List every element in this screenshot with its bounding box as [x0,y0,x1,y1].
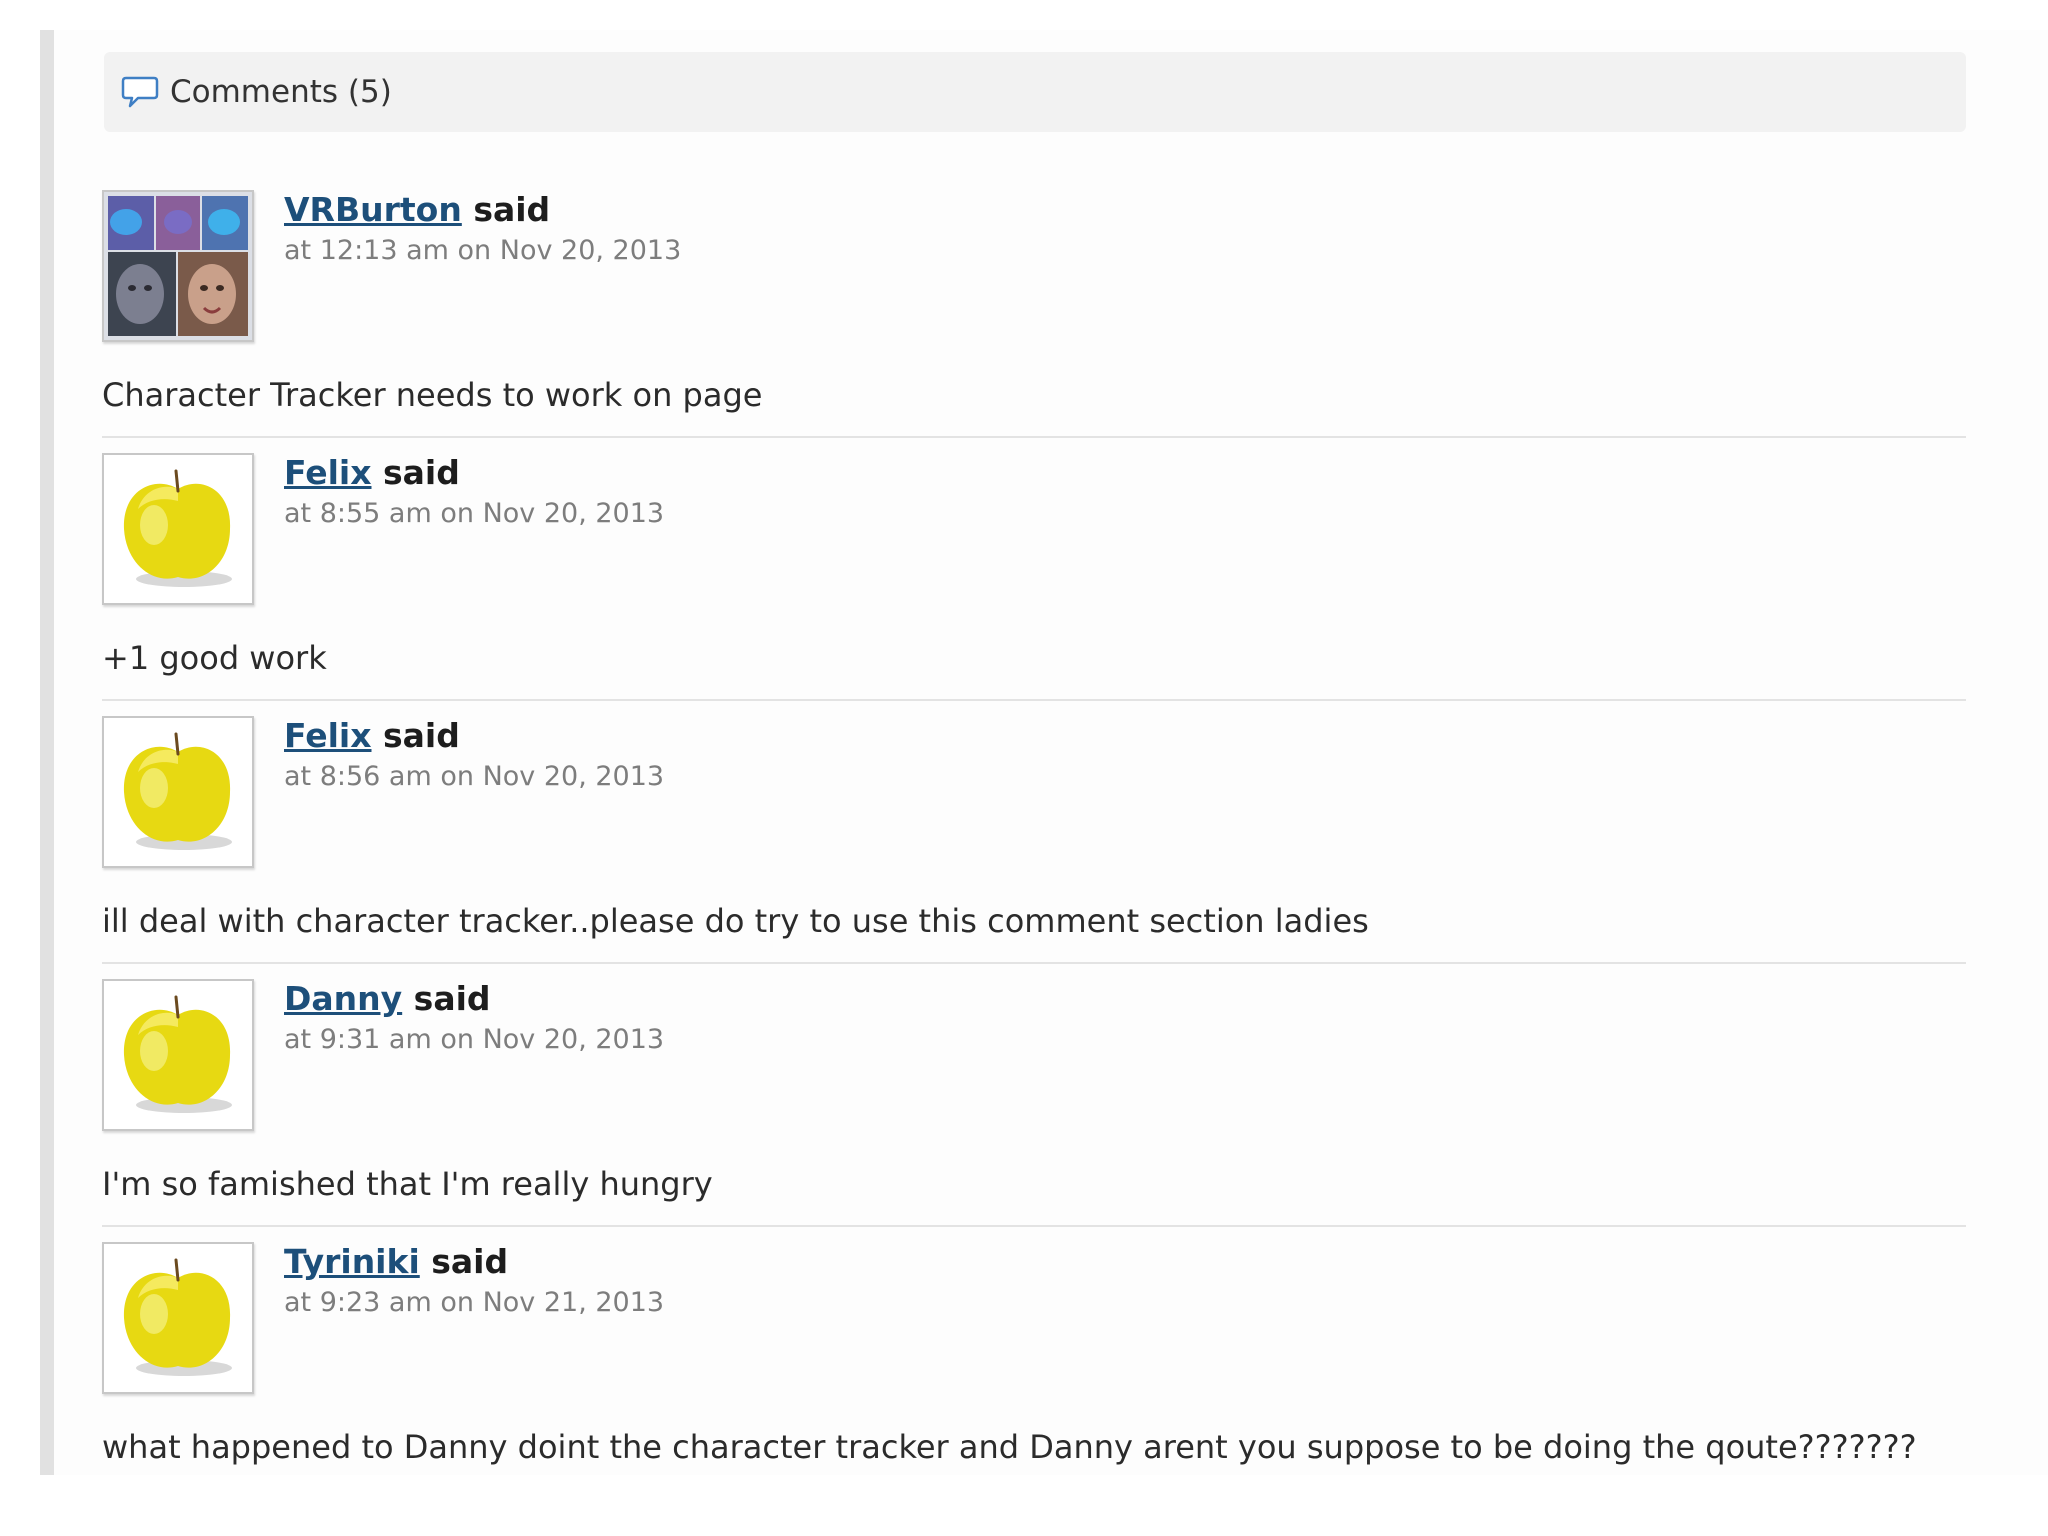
author-link[interactable]: Felix [284,453,372,492]
comment: Felix said at 8:55 am on Nov 20, 2013 +1… [102,453,1966,703]
comment: Danny said at 9:31 am on Nov 20, 2013 I'… [102,979,1966,1229]
author-line: Felix said [284,453,460,493]
comment: VRBurton said at 12:13 am on Nov 20, 201… [102,190,1966,440]
apple-avatar [104,455,252,603]
author-link[interactable]: Danny [284,979,402,1018]
avatar[interactable] [102,453,254,605]
comment-body: what happened to Danny doint the charact… [102,1428,1917,1466]
avatar[interactable] [102,1242,254,1394]
avatar[interactable] [102,716,254,868]
avatar[interactable] [102,190,254,342]
comment: Felix said at 8:56 am on Nov 20, 2013 il… [102,716,1966,966]
comment-timestamp: at 9:31 am on Nov 20, 2013 [284,1024,665,1055]
comment-body: Character Tracker needs to work on page [102,376,763,414]
apple-avatar [104,981,252,1129]
comment-separator [102,699,1966,701]
comment-list: VRBurton said at 12:13 am on Nov 20, 201… [0,0,2048,1536]
said-label: said [383,453,460,492]
apple-avatar [104,1244,252,1392]
comment-separator [102,1225,1966,1227]
photo-collage-avatar [104,192,252,340]
author-line: Tyriniki said [284,1242,508,1282]
comment: Tyriniki said at 9:23 am on Nov 21, 2013… [102,1242,1966,1492]
comment-separator [102,962,1966,964]
said-label: said [413,979,491,1018]
said-label: said [383,716,460,755]
comment-body: I'm so famished that I'm really hungry [102,1165,713,1203]
author-link[interactable]: VRBurton [284,190,462,229]
avatar[interactable] [102,979,254,1131]
author-line: Danny said [284,979,491,1019]
author-link[interactable]: Felix [284,716,372,755]
author-link[interactable]: Tyriniki [284,1242,420,1281]
said-label: said [431,1242,509,1281]
comment-timestamp: at 9:23 am on Nov 21, 2013 [284,1287,665,1318]
apple-avatar [104,718,252,866]
comment-body: +1 good work [102,639,327,677]
comment-separator [102,436,1966,438]
said-label: said [473,190,551,229]
comment-body: ill deal with character tracker..please … [102,902,1369,940]
comment-timestamp: at 8:56 am on Nov 20, 2013 [284,761,665,792]
comment-timestamp: at 8:55 am on Nov 20, 2013 [284,498,665,529]
author-line: Felix said [284,716,460,756]
author-line: VRBurton said [284,190,550,230]
comment-timestamp: at 12:13 am on Nov 20, 2013 [284,235,682,266]
